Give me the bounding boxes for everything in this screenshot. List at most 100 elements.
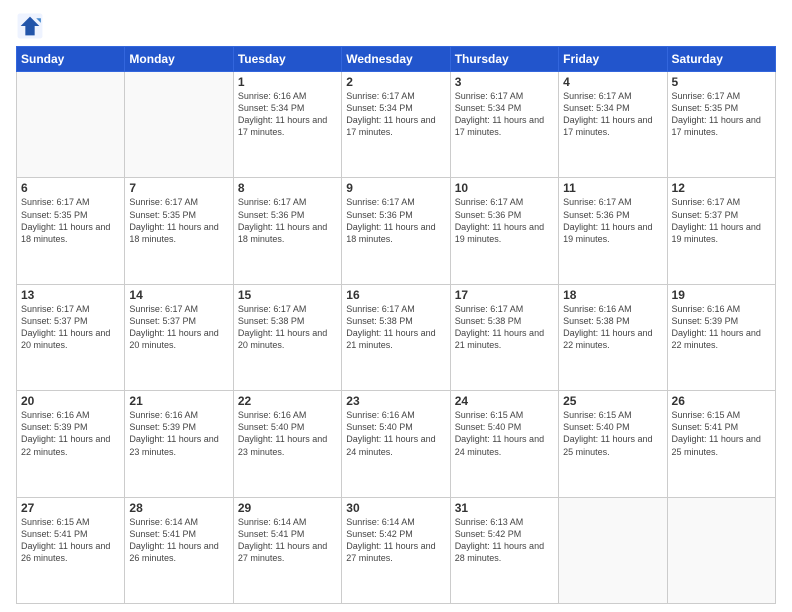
day-number: 19 [672,288,771,302]
day-number: 29 [238,501,337,515]
calendar-cell: 30Sunrise: 6:14 AM Sunset: 5:42 PM Dayli… [342,497,450,603]
day-info: Sunrise: 6:17 AM Sunset: 5:34 PM Dayligh… [563,90,662,139]
calendar-cell: 14Sunrise: 6:17 AM Sunset: 5:37 PM Dayli… [125,284,233,390]
day-info: Sunrise: 6:17 AM Sunset: 5:36 PM Dayligh… [455,196,554,245]
calendar-week-row: 13Sunrise: 6:17 AM Sunset: 5:37 PM Dayli… [17,284,776,390]
day-number: 5 [672,75,771,89]
day-number: 1 [238,75,337,89]
calendar-cell: 31Sunrise: 6:13 AM Sunset: 5:42 PM Dayli… [450,497,558,603]
header-row: SundayMondayTuesdayWednesdayThursdayFrid… [17,47,776,72]
calendar-cell: 9Sunrise: 6:17 AM Sunset: 5:36 PM Daylig… [342,178,450,284]
day-info: Sunrise: 6:17 AM Sunset: 5:34 PM Dayligh… [455,90,554,139]
calendar-header: SundayMondayTuesdayWednesdayThursdayFrid… [17,47,776,72]
day-number: 15 [238,288,337,302]
calendar-cell: 27Sunrise: 6:15 AM Sunset: 5:41 PM Dayli… [17,497,125,603]
calendar-week-row: 6Sunrise: 6:17 AM Sunset: 5:35 PM Daylig… [17,178,776,284]
day-info: Sunrise: 6:17 AM Sunset: 5:36 PM Dayligh… [238,196,337,245]
calendar-week-row: 20Sunrise: 6:16 AM Sunset: 5:39 PM Dayli… [17,391,776,497]
calendar-cell: 11Sunrise: 6:17 AM Sunset: 5:36 PM Dayli… [559,178,667,284]
day-number: 16 [346,288,445,302]
day-info: Sunrise: 6:17 AM Sunset: 5:34 PM Dayligh… [346,90,445,139]
day-of-week-header: Saturday [667,47,775,72]
calendar-cell [17,72,125,178]
day-info: Sunrise: 6:16 AM Sunset: 5:38 PM Dayligh… [563,303,662,352]
day-number: 11 [563,181,662,195]
day-number: 10 [455,181,554,195]
calendar-cell: 26Sunrise: 6:15 AM Sunset: 5:41 PM Dayli… [667,391,775,497]
calendar-cell: 17Sunrise: 6:17 AM Sunset: 5:38 PM Dayli… [450,284,558,390]
day-number: 7 [129,181,228,195]
calendar-cell: 5Sunrise: 6:17 AM Sunset: 5:35 PM Daylig… [667,72,775,178]
day-info: Sunrise: 6:16 AM Sunset: 5:39 PM Dayligh… [129,409,228,458]
page: SundayMondayTuesdayWednesdayThursdayFrid… [0,0,792,612]
calendar-cell: 23Sunrise: 6:16 AM Sunset: 5:40 PM Dayli… [342,391,450,497]
day-number: 22 [238,394,337,408]
day-number: 18 [563,288,662,302]
calendar-cell: 20Sunrise: 6:16 AM Sunset: 5:39 PM Dayli… [17,391,125,497]
day-number: 27 [21,501,120,515]
day-of-week-header: Wednesday [342,47,450,72]
calendar-cell: 15Sunrise: 6:17 AM Sunset: 5:38 PM Dayli… [233,284,341,390]
day-info: Sunrise: 6:17 AM Sunset: 5:38 PM Dayligh… [455,303,554,352]
day-info: Sunrise: 6:17 AM Sunset: 5:36 PM Dayligh… [563,196,662,245]
day-info: Sunrise: 6:15 AM Sunset: 5:40 PM Dayligh… [455,409,554,458]
header [16,12,776,40]
calendar-cell: 21Sunrise: 6:16 AM Sunset: 5:39 PM Dayli… [125,391,233,497]
day-info: Sunrise: 6:16 AM Sunset: 5:40 PM Dayligh… [238,409,337,458]
day-number: 12 [672,181,771,195]
calendar-cell: 6Sunrise: 6:17 AM Sunset: 5:35 PM Daylig… [17,178,125,284]
day-info: Sunrise: 6:16 AM Sunset: 5:39 PM Dayligh… [21,409,120,458]
day-info: Sunrise: 6:17 AM Sunset: 5:35 PM Dayligh… [21,196,120,245]
day-number: 21 [129,394,228,408]
day-info: Sunrise: 6:15 AM Sunset: 5:40 PM Dayligh… [563,409,662,458]
day-info: Sunrise: 6:17 AM Sunset: 5:35 PM Dayligh… [129,196,228,245]
day-number: 3 [455,75,554,89]
day-info: Sunrise: 6:17 AM Sunset: 5:37 PM Dayligh… [21,303,120,352]
calendar-cell: 1Sunrise: 6:16 AM Sunset: 5:34 PM Daylig… [233,72,341,178]
day-info: Sunrise: 6:16 AM Sunset: 5:39 PM Dayligh… [672,303,771,352]
calendar-body: 1Sunrise: 6:16 AM Sunset: 5:34 PM Daylig… [17,72,776,604]
calendar-cell [667,497,775,603]
day-number: 14 [129,288,228,302]
day-info: Sunrise: 6:14 AM Sunset: 5:42 PM Dayligh… [346,516,445,565]
day-number: 6 [21,181,120,195]
day-number: 9 [346,181,445,195]
day-info: Sunrise: 6:17 AM Sunset: 5:37 PM Dayligh… [672,196,771,245]
day-info: Sunrise: 6:15 AM Sunset: 5:41 PM Dayligh… [672,409,771,458]
day-number: 26 [672,394,771,408]
calendar-cell: 25Sunrise: 6:15 AM Sunset: 5:40 PM Dayli… [559,391,667,497]
day-number: 4 [563,75,662,89]
day-number: 8 [238,181,337,195]
day-number: 30 [346,501,445,515]
calendar-cell: 2Sunrise: 6:17 AM Sunset: 5:34 PM Daylig… [342,72,450,178]
calendar-table: SundayMondayTuesdayWednesdayThursdayFrid… [16,46,776,604]
day-number: 24 [455,394,554,408]
day-info: Sunrise: 6:14 AM Sunset: 5:41 PM Dayligh… [238,516,337,565]
day-number: 2 [346,75,445,89]
day-of-week-header: Friday [559,47,667,72]
calendar-cell: 7Sunrise: 6:17 AM Sunset: 5:35 PM Daylig… [125,178,233,284]
day-of-week-header: Thursday [450,47,558,72]
day-info: Sunrise: 6:17 AM Sunset: 5:38 PM Dayligh… [238,303,337,352]
day-info: Sunrise: 6:17 AM Sunset: 5:37 PM Dayligh… [129,303,228,352]
calendar-cell: 22Sunrise: 6:16 AM Sunset: 5:40 PM Dayli… [233,391,341,497]
day-info: Sunrise: 6:16 AM Sunset: 5:40 PM Dayligh… [346,409,445,458]
calendar-cell: 18Sunrise: 6:16 AM Sunset: 5:38 PM Dayli… [559,284,667,390]
calendar-week-row: 1Sunrise: 6:16 AM Sunset: 5:34 PM Daylig… [17,72,776,178]
logo [16,12,48,40]
day-info: Sunrise: 6:16 AM Sunset: 5:34 PM Dayligh… [238,90,337,139]
day-of-week-header: Sunday [17,47,125,72]
calendar-cell: 13Sunrise: 6:17 AM Sunset: 5:37 PM Dayli… [17,284,125,390]
day-info: Sunrise: 6:17 AM Sunset: 5:36 PM Dayligh… [346,196,445,245]
calendar-cell: 29Sunrise: 6:14 AM Sunset: 5:41 PM Dayli… [233,497,341,603]
calendar-cell: 8Sunrise: 6:17 AM Sunset: 5:36 PM Daylig… [233,178,341,284]
day-number: 25 [563,394,662,408]
calendar-cell: 3Sunrise: 6:17 AM Sunset: 5:34 PM Daylig… [450,72,558,178]
calendar-cell: 10Sunrise: 6:17 AM Sunset: 5:36 PM Dayli… [450,178,558,284]
day-number: 23 [346,394,445,408]
day-number: 20 [21,394,120,408]
calendar-cell: 4Sunrise: 6:17 AM Sunset: 5:34 PM Daylig… [559,72,667,178]
day-info: Sunrise: 6:15 AM Sunset: 5:41 PM Dayligh… [21,516,120,565]
day-number: 13 [21,288,120,302]
calendar-cell: 24Sunrise: 6:15 AM Sunset: 5:40 PM Dayli… [450,391,558,497]
